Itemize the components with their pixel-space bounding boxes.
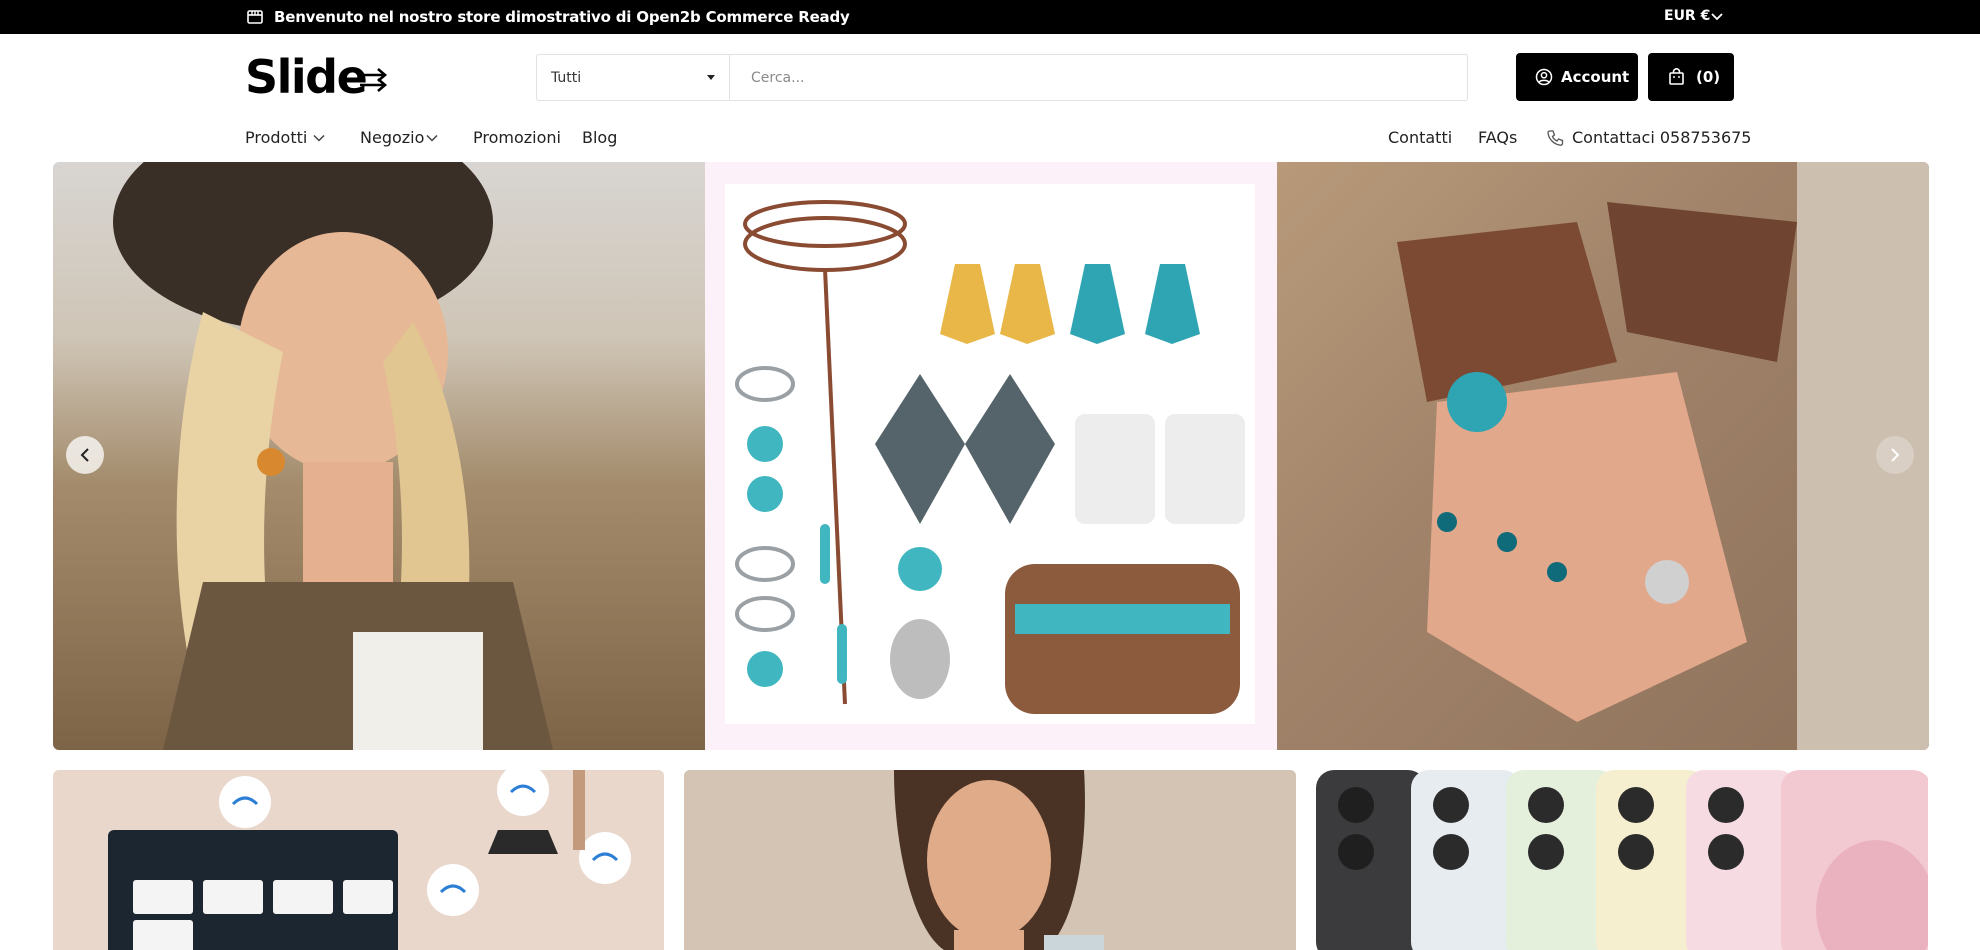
slider-prev-button[interactable] <box>66 436 104 474</box>
hero-photo-placeholder <box>113 162 553 750</box>
hero-image-jewelry-set <box>705 162 1277 750</box>
promo-tile-smartphones[interactable] <box>1316 770 1928 950</box>
account-label: Account <box>1561 68 1630 86</box>
smartphones-image <box>1316 770 1928 950</box>
nav-item-faqs[interactable]: FAQs <box>1478 128 1517 147</box>
cart-button[interactable]: (0) <box>1648 53 1734 101</box>
nav-item-promozioni[interactable]: Promozioni <box>473 128 561 147</box>
phone-icon <box>1547 130 1564 146</box>
search-input[interactable] <box>731 55 1467 100</box>
logo-arrows-icon <box>360 68 387 92</box>
nav-item-prodotti[interactable]: Prodotti <box>245 128 307 147</box>
store-icon <box>247 10 263 24</box>
nav-item-blog[interactable]: Blog <box>582 128 617 147</box>
caret-down-icon <box>707 75 715 80</box>
nav-item-negozio[interactable]: Negozio <box>360 128 424 147</box>
jewelry-product-card <box>725 184 1255 724</box>
chevron-left-icon <box>80 448 89 462</box>
chevron-down-icon[interactable] <box>313 134 325 142</box>
user-circle-icon <box>1535 68 1553 86</box>
nav-item-phone-contact[interactable]: Contattaci 058753675 <box>1572 128 1751 147</box>
account-button[interactable]: Account <box>1516 53 1638 101</box>
hero-image-woman-hat <box>53 162 705 750</box>
nav-item-contatti[interactable]: Contatti <box>1388 128 1452 147</box>
promo-tile-woman-portrait[interactable] <box>684 770 1296 950</box>
chevron-down-icon[interactable] <box>426 134 438 142</box>
announcement-bar: Benvenuto nel nostro store dimostrativo … <box>0 0 1980 34</box>
chevron-right-icon <box>1891 448 1900 462</box>
hero-slider[interactable] <box>53 162 1929 750</box>
cart-count: (0) <box>1696 68 1721 86</box>
slider-next-button[interactable] <box>1876 436 1914 474</box>
category-select-value: Tutti <box>551 70 582 86</box>
woman-portrait-image <box>684 770 1296 950</box>
search-bar: Tutti <box>536 54 1468 101</box>
smart-home-image <box>53 770 664 950</box>
jewelry-illustration <box>735 200 1245 714</box>
site-logo[interactable]: Slide <box>245 49 368 105</box>
hero-image-hands-bracelets <box>1277 162 1929 750</box>
announcement-text: Benvenuto nel nostro store dimostrativo … <box>274 8 850 26</box>
hero-photo-placeholder <box>1397 162 1929 750</box>
shopping-bag-icon <box>1669 68 1684 85</box>
chevron-down-icon[interactable] <box>1710 10 1724 24</box>
promo-tile-smart-home[interactable] <box>53 770 664 950</box>
category-select[interactable]: Tutti <box>537 55 730 100</box>
currency-selector[interactable]: EUR € <box>1664 8 1710 24</box>
